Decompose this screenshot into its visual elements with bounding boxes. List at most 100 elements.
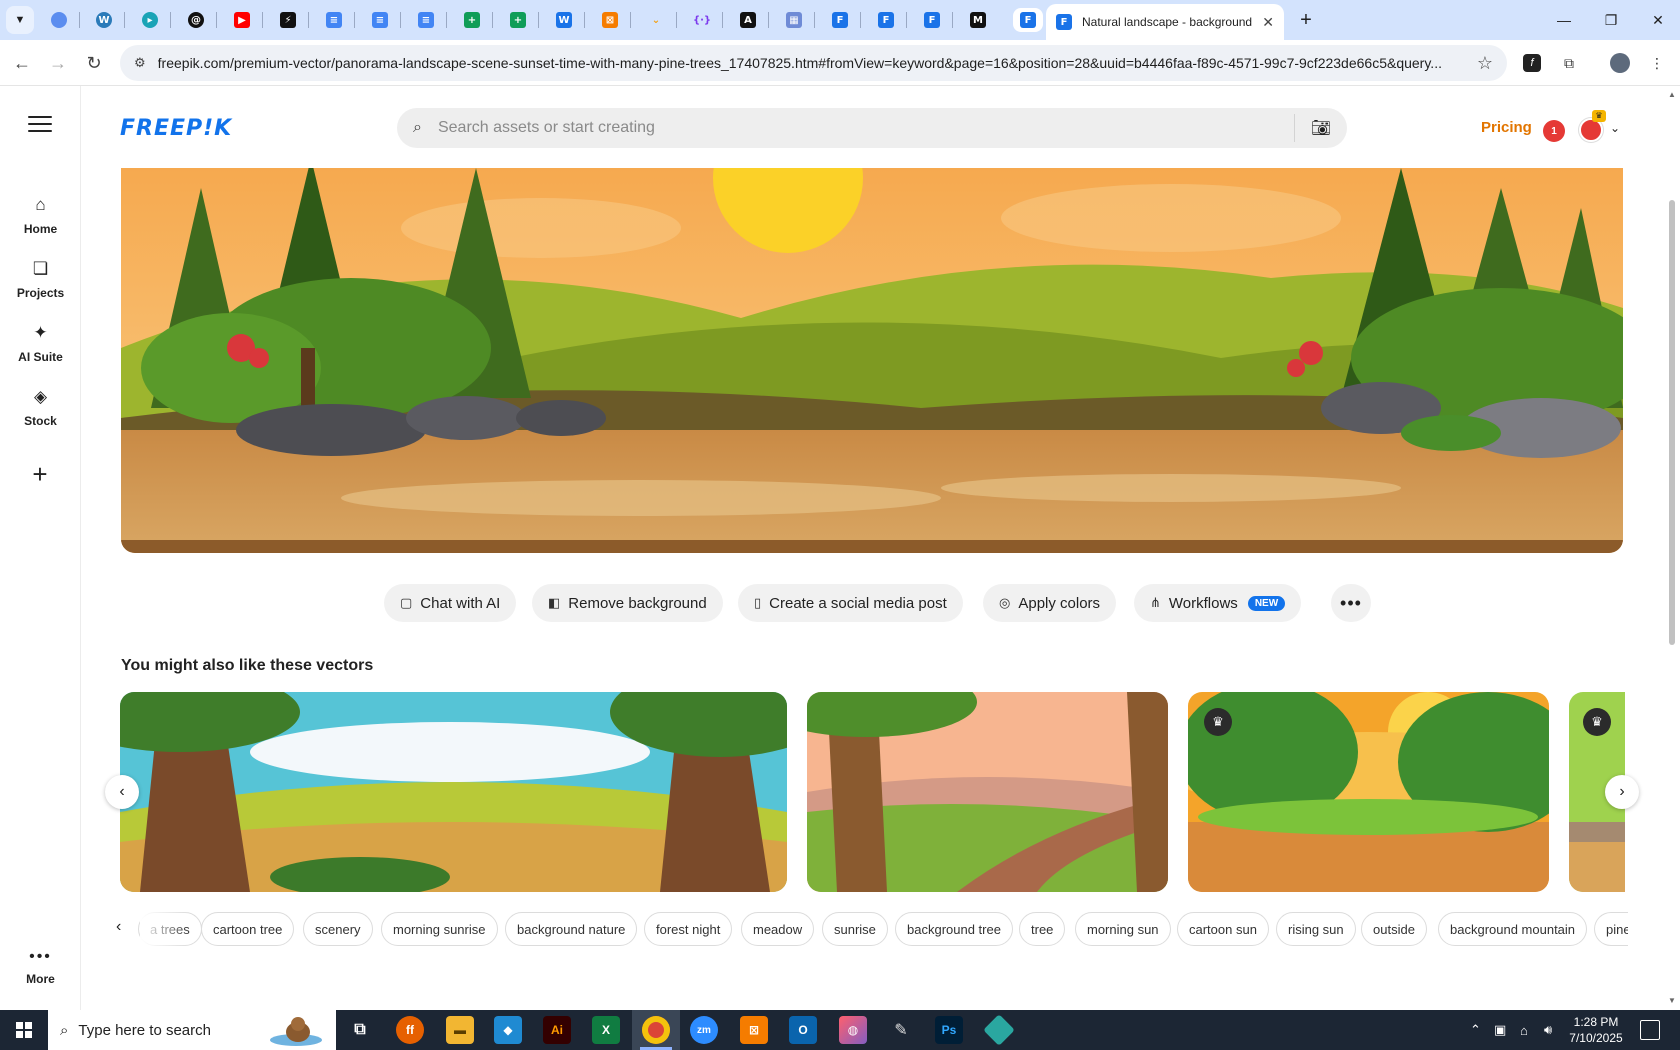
related-vector-card[interactable]: ♛ — [1188, 692, 1549, 892]
tag-chip[interactable]: forest night — [644, 912, 733, 946]
remove-background-button[interactable]: ◧ Remove background — [532, 584, 723, 622]
pinned-tab[interactable]: ▶ — [230, 8, 254, 32]
app-diamond-icon[interactable] — [983, 1014, 1015, 1046]
back-icon[interactable]: ← — [8, 49, 36, 77]
tag-chip[interactable]: rising sun — [1276, 912, 1356, 946]
tag-chip[interactable]: background tree — [895, 912, 1013, 946]
meet-now-icon[interactable]: ▣ — [1494, 1010, 1506, 1050]
tag-chip[interactable]: pine — [1594, 912, 1628, 946]
pen-tool-icon[interactable]: ✎ — [887, 1016, 915, 1044]
tag-chip[interactable]: cartoon sun — [1177, 912, 1269, 946]
scroll-down-icon[interactable]: ▼ — [1668, 996, 1676, 1005]
tag-chip[interactable]: background mountain — [1438, 912, 1588, 946]
notification-badge[interactable]: 1 — [1543, 120, 1565, 142]
outlook-icon[interactable]: O — [789, 1016, 817, 1044]
sidebar-item-ai-suite[interactable]: ✦ AI Suite — [0, 322, 81, 364]
photoshop-icon[interactable]: Ps — [935, 1016, 963, 1044]
tab-search-button[interactable]: ▼ — [6, 6, 34, 34]
creative-cloud-icon[interactable]: ◍ — [839, 1016, 867, 1044]
active-tab[interactable]: F Natural landscape - background ✕ — [1046, 4, 1284, 40]
extension-f-icon[interactable]: f — [1520, 51, 1544, 75]
extensions-puzzle-icon[interactable]: ⧉ — [1557, 51, 1581, 75]
new-tab-button[interactable]: + — [1294, 8, 1318, 32]
pinned-tab[interactable]: + — [506, 8, 530, 32]
tag-chip[interactable]: background nature — [505, 912, 638, 946]
tags-scroll-left-button[interactable]: ‹ — [116, 918, 121, 936]
pinned-tab[interactable]: ≡ — [414, 8, 438, 32]
tag-chip[interactable]: meadow — [741, 912, 815, 946]
related-vector-card[interactable] — [807, 692, 1168, 892]
search-input[interactable] — [437, 119, 1278, 137]
scrollbar-thumb[interactable] — [1669, 200, 1675, 645]
hamburger-menu-icon[interactable] — [28, 116, 52, 134]
sidebar-item-stock[interactable]: ◈ Stock — [0, 386, 81, 428]
system-clock[interactable]: 1:28 PM 7/10/2025 — [1556, 1014, 1636, 1046]
address-bar[interactable]: ⚙ freepik.com/premium-vector/panorama-la… — [120, 45, 1507, 81]
carousel-prev-button[interactable]: ‹ — [105, 775, 139, 809]
pinned-tab[interactable]: F — [828, 8, 852, 32]
pricing-link[interactable]: Pricing — [1481, 119, 1532, 136]
site-info-icon[interactable]: ⚙ — [134, 55, 146, 71]
window-close-icon[interactable]: ✕ — [1646, 8, 1670, 32]
tag-chip[interactable]: outside — [1361, 912, 1427, 946]
tag-chip[interactable]: sunrise — [822, 912, 888, 946]
start-button[interactable] — [0, 1010, 48, 1050]
chrome-icon[interactable] — [642, 1016, 670, 1044]
show-hidden-icons[interactable]: ⌃ — [1470, 1010, 1481, 1050]
pinned-tab[interactable]: W — [92, 8, 116, 32]
tag-chip[interactable]: scenery — [303, 912, 373, 946]
taskbar-search[interactable]: ⌕ Type here to search — [48, 1010, 336, 1050]
sidebar-item-projects[interactable]: ❏ Projects — [0, 258, 81, 300]
apply-colors-button[interactable]: ◎ Apply colors — [983, 584, 1117, 622]
file-explorer-icon[interactable]: ▬ — [446, 1016, 474, 1044]
pinned-tab[interactable]: ⊠ — [598, 8, 622, 32]
bookmark-star-icon[interactable]: ☆ — [1477, 53, 1493, 74]
pinned-tab[interactable]: + — [460, 8, 484, 32]
close-icon[interactable]: ✕ — [1262, 14, 1274, 31]
reload-icon[interactable]: ↻ — [80, 49, 108, 77]
restore-icon[interactable]: ❐ — [1599, 8, 1623, 32]
workflows-button[interactable]: ⋔ Workflows NEW — [1134, 584, 1302, 622]
add-icon[interactable]: + — [20, 454, 60, 494]
illustrator-icon[interactable]: Ai — [543, 1016, 571, 1044]
pinned-tab[interactable]: ⚡ — [276, 8, 300, 32]
carousel-next-button[interactable]: › — [1605, 775, 1639, 809]
task-view-icon[interactable]: ⧉ — [346, 1016, 374, 1044]
sidebar-item-more[interactable]: ••• More — [0, 948, 81, 986]
chevron-down-icon[interactable]: ⌄ — [1610, 121, 1620, 135]
forward-icon[interactable]: → — [44, 49, 72, 77]
pinned-tab[interactable] — [47, 8, 71, 32]
minimize-icon[interactable]: — — [1552, 8, 1576, 32]
create-social-post-button[interactable]: ▯ Create a social media post — [738, 584, 963, 622]
xampp-icon[interactable]: ⊠ — [740, 1016, 768, 1044]
pinned-tab[interactable]: ▦ — [782, 8, 806, 32]
related-vector-card[interactable] — [120, 692, 787, 892]
pinned-tab[interactable]: @ — [184, 8, 208, 32]
kebab-menu-icon[interactable]: ⋮ — [1645, 51, 1669, 75]
camera-icon[interactable]: 📷︎ — [1311, 118, 1331, 138]
pinned-tab[interactable]: {·} — [690, 8, 714, 32]
scroll-up-icon[interactable]: ▲ — [1668, 90, 1676, 99]
pinned-tab[interactable]: ▸ — [138, 8, 162, 32]
tag-chip[interactable]: morning sun — [1075, 912, 1171, 946]
pinned-tab[interactable]: ≡ — [368, 8, 392, 32]
pinned-tab[interactable]: F — [920, 8, 944, 32]
excel-icon[interactable]: X — [592, 1016, 620, 1044]
pinned-tab[interactable]: A — [736, 8, 760, 32]
pinned-tab[interactable]: M — [966, 8, 990, 32]
freepik-logo[interactable]: FREEP!K — [120, 116, 232, 141]
pinned-tab[interactable]: W — [552, 8, 576, 32]
more-actions-button[interactable]: ••• — [1331, 584, 1371, 622]
vscode-icon[interactable]: ◆ — [494, 1016, 522, 1044]
tag-chip[interactable]: tree — [1019, 912, 1066, 946]
zoom-icon[interactable]: zm — [690, 1016, 718, 1044]
chat-with-ai-button[interactable]: ▢ Chat with AI — [384, 584, 517, 622]
pinned-tab-active[interactable]: F — [1013, 8, 1043, 32]
firefox-icon[interactable]: ff — [396, 1016, 424, 1044]
sidebar-item-home[interactable]: ⌂ Home — [0, 194, 81, 236]
pinned-tab[interactable]: ⌄ — [644, 8, 668, 32]
pinned-tab[interactable]: ≡ — [322, 8, 346, 32]
notification-center-icon[interactable] — [1640, 1020, 1660, 1040]
pinned-tab[interactable]: F — [874, 8, 898, 32]
volume-icon[interactable]: 🔊︎ — [1544, 1010, 1552, 1050]
